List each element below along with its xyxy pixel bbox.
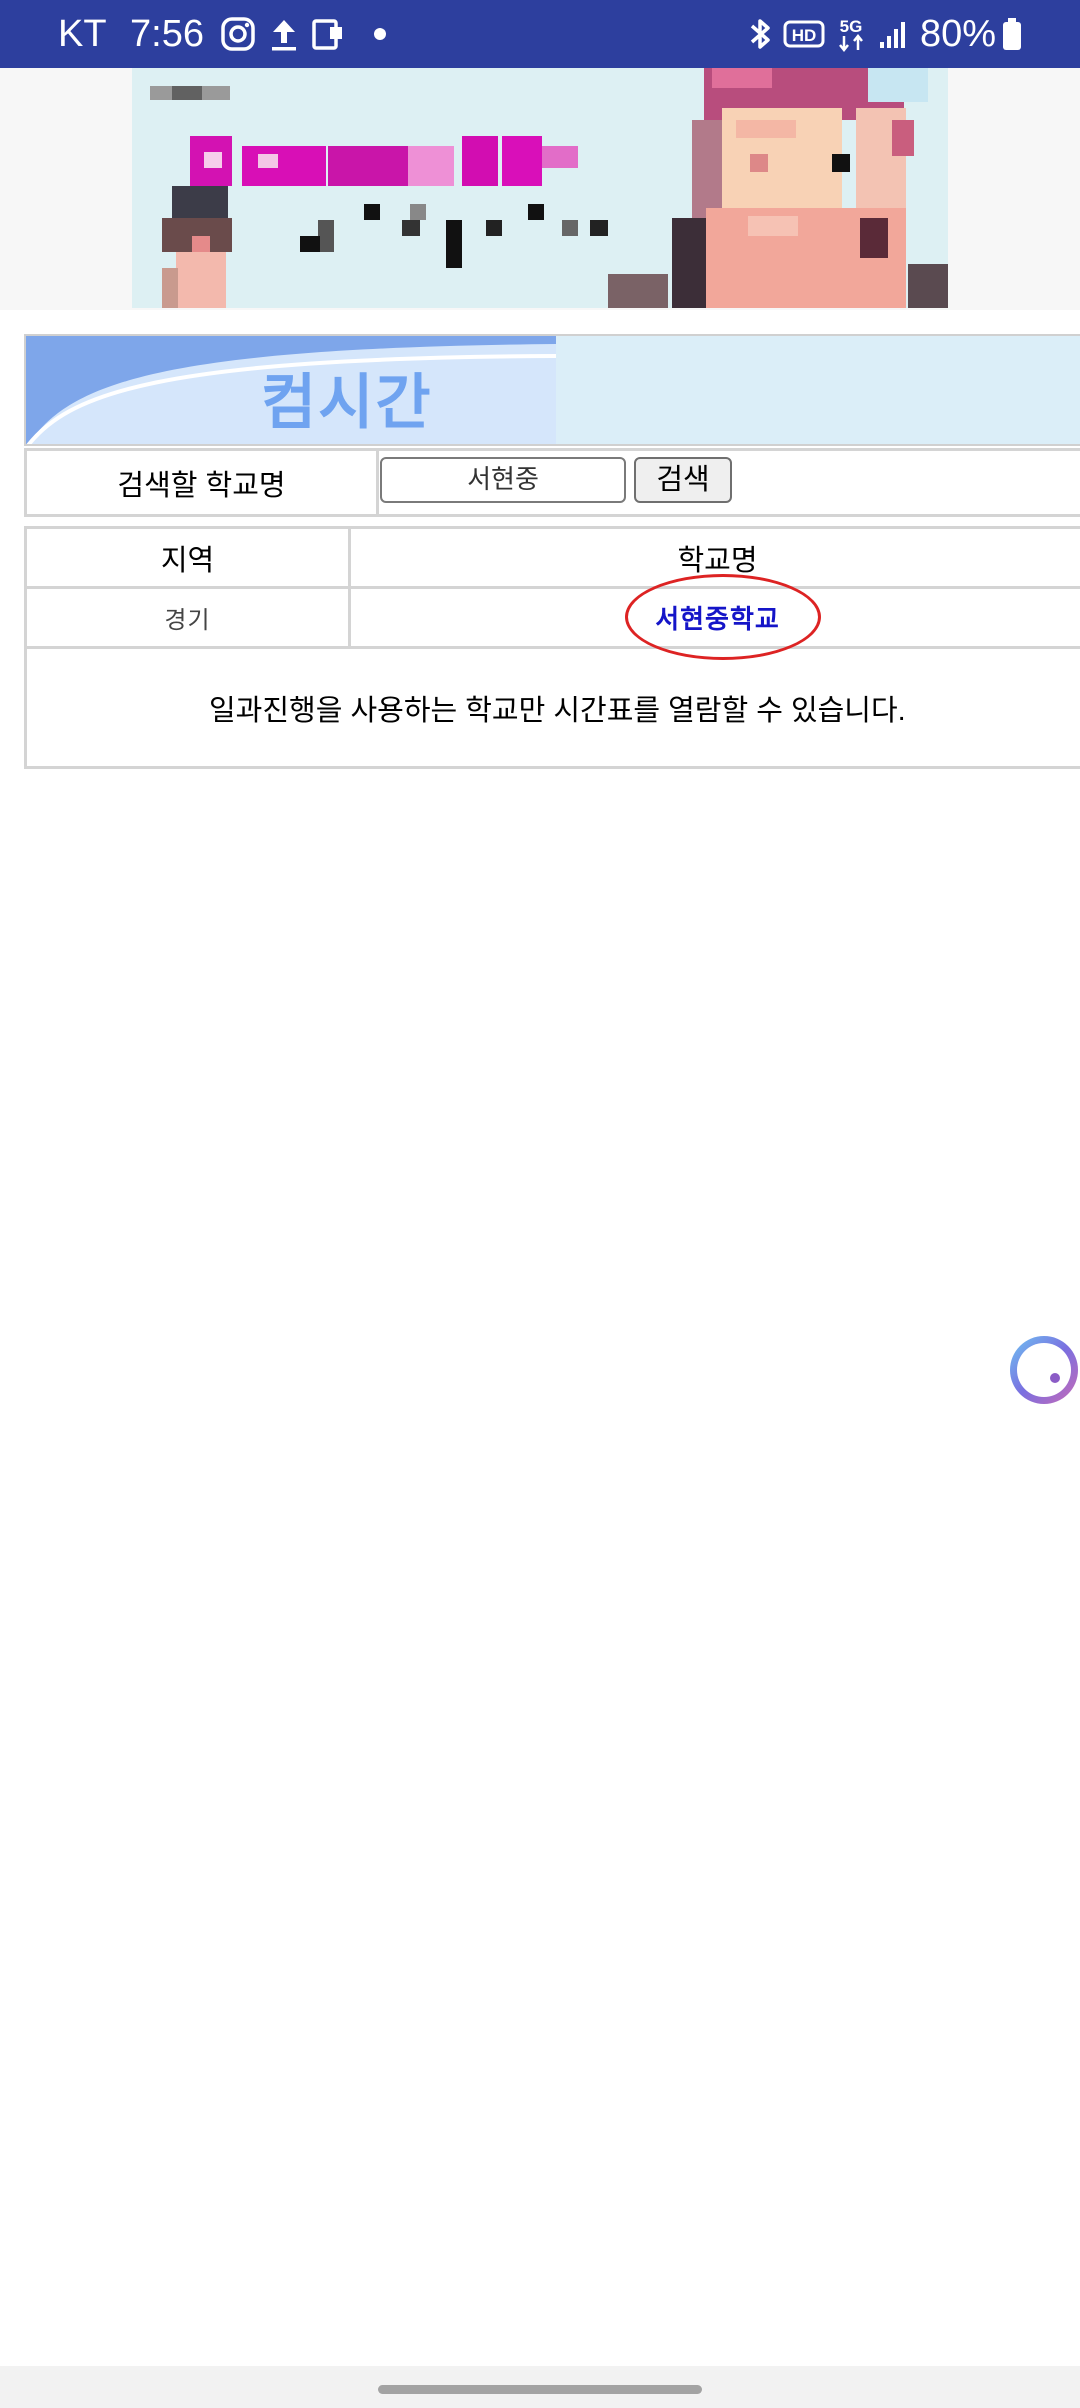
- page-title: 컴시간: [261, 369, 433, 436]
- home-gesture-handle[interactable]: [378, 2385, 702, 2394]
- banner-area: [0, 68, 1080, 310]
- 5g-icon: 5G: [839, 17, 863, 53]
- floating-assistant-button[interactable]: [1004, 1330, 1080, 1410]
- device-icon: [312, 19, 342, 50]
- column-header-region: 지역: [24, 526, 351, 589]
- search-label: 검색할 학교명: [24, 448, 379, 517]
- highlight-circle: [625, 574, 821, 660]
- battery-percent: 80%: [920, 13, 997, 55]
- note-row: 일과진행을 사용하는 학교만 시간표를 열람할 수 있습니다.: [24, 646, 1080, 769]
- dot-icon: [374, 28, 386, 40]
- svg-text:5G: 5G: [840, 17, 863, 36]
- table-row: 경기 서현중학교: [24, 586, 1080, 649]
- page-header: 컴시간: [24, 334, 1080, 446]
- results-table: 지역 학교명 경기 서현중학교 일과진행을 사용하는 학교만 시간표를 열람할 …: [24, 526, 1080, 769]
- search-button[interactable]: 검색: [634, 457, 732, 503]
- battery-icon: [1003, 18, 1021, 50]
- upload-icon: [272, 20, 296, 51]
- signal-icon: [880, 22, 905, 48]
- timetable-note: 일과진행을 사용하는 학교만 시간표를 열람할 수 있습니다.: [24, 646, 1080, 769]
- table-header-row: 지역 학교명: [24, 526, 1080, 589]
- hd-voice-icon: HD: [783, 20, 825, 48]
- carrier-label: KT: [58, 13, 107, 55]
- region-text: 경기: [164, 606, 211, 634]
- region-cell: 경기: [24, 586, 351, 649]
- instagram-icon: [221, 17, 255, 51]
- bluetooth-icon: [750, 19, 770, 49]
- clock: 7:56: [130, 13, 204, 55]
- banner-image: [132, 68, 948, 308]
- svg-text:HD: HD: [792, 26, 817, 45]
- status-bar: KT 7:56 HD 5G 80%: [0, 0, 1080, 68]
- school-search-input[interactable]: 서현중: [380, 457, 626, 503]
